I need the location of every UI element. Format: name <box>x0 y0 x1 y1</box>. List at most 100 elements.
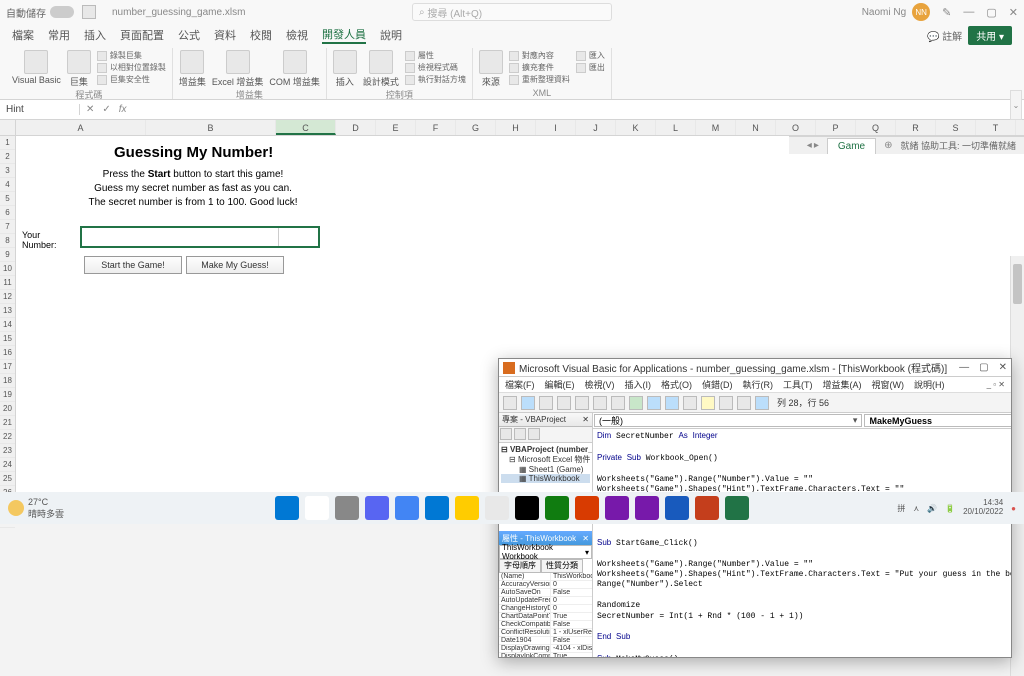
vba-project-toolbar[interactable] <box>499 427 592 443</box>
insert-control-button[interactable]: 插入 <box>333 50 357 88</box>
tab-資料[interactable]: 資料 <box>214 27 236 43</box>
sheet-nav-prev[interactable]: ◂ <box>807 140 812 151</box>
row-header-11[interactable]: 11 <box>0 276 15 290</box>
tab-頁面配置[interactable]: 頁面配置 <box>120 27 164 43</box>
vba-menu-item[interactable]: 編輯(E) <box>545 378 575 391</box>
tab-檔案[interactable]: 檔案 <box>12 27 34 43</box>
tab-公式[interactable]: 公式 <box>178 27 200 43</box>
vba-menu-item[interactable]: 檢視(V) <box>585 378 615 391</box>
system-tray[interactable]: 拼 ⋏ 🔊 🔋 14:3420/10/2022 ● <box>897 499 1016 517</box>
user-account[interactable]: Naomi Ng NN <box>862 3 930 21</box>
row-header-2[interactable]: 2 <box>0 150 15 164</box>
tab-開發人員[interactable]: 開發人員 <box>322 26 366 44</box>
row-header-10[interactable]: 10 <box>0 262 15 276</box>
com-addins-button[interactable]: COM 增益集 <box>269 50 320 88</box>
vba-minimize-button[interactable]: — <box>959 362 969 373</box>
taskbar-app-icon[interactable] <box>605 496 629 520</box>
row-header-24[interactable]: 24 <box>0 458 15 472</box>
taskbar-app-icon[interactable] <box>695 496 719 520</box>
vba-menu-item[interactable]: 執行(R) <box>743 378 774 391</box>
close-button[interactable]: ✕ <box>1009 6 1018 19</box>
vba-tb-icon[interactable] <box>611 396 625 410</box>
cancel-fx-icon[interactable]: ✕ <box>84 104 96 115</box>
excel-addins-button[interactable]: Excel 增益集 <box>212 50 264 88</box>
row-header-19[interactable]: 19 <box>0 388 15 402</box>
close-icon[interactable]: ✕ <box>582 415 589 424</box>
vba-menu-item[interactable]: 視窗(W) <box>872 378 905 391</box>
vba-close-button[interactable]: ✕ <box>999 362 1007 373</box>
col-header-A[interactable]: A <box>16 120 146 135</box>
minimize-button[interactable]: — <box>963 6 974 19</box>
vba-menu-item[interactable]: 偵錯(D) <box>702 378 733 391</box>
row-header-23[interactable]: 23 <box>0 444 15 458</box>
col-header-F[interactable]: F <box>416 120 456 135</box>
vba-tb-icon[interactable] <box>539 396 553 410</box>
vba-props-tabs[interactable]: 字母順序 性質分類 <box>499 559 592 573</box>
col-header-P[interactable]: P <box>816 120 856 135</box>
vba-menu-item[interactable]: 檔案(F) <box>505 378 535 391</box>
enter-fx-icon[interactable]: ✓ <box>100 104 112 115</box>
taskbar-app-icon[interactable] <box>725 496 749 520</box>
vba-code-editor[interactable]: Dim SecretNumber As Integer Private Sub … <box>593 429 1011 657</box>
col-header-D[interactable]: D <box>336 120 376 135</box>
share-button[interactable]: 共用 ▾ <box>968 26 1012 45</box>
tray-ime[interactable]: 拼 <box>897 503 905 514</box>
col-header-C[interactable]: C <box>276 120 336 135</box>
row-header-3[interactable]: 3 <box>0 164 15 178</box>
vba-run-icon[interactable] <box>629 396 643 410</box>
col-header-J[interactable]: J <box>576 120 616 135</box>
taskbar-app-icon[interactable] <box>335 496 359 520</box>
col-header-I[interactable]: I <box>536 120 576 135</box>
taskbar-app-icon[interactable] <box>425 496 449 520</box>
vba-menu-item[interactable]: 說明(H) <box>914 378 945 391</box>
add-sheet-button[interactable]: ⊕ <box>884 140 892 151</box>
col-header-O[interactable]: O <box>776 120 816 135</box>
taskbar-app-icon[interactable] <box>455 496 479 520</box>
row-header-6[interactable]: 6 <box>0 206 15 220</box>
row-header-13[interactable]: 13 <box>0 304 15 318</box>
tray-wifi-icon[interactable]: ⋏ <box>913 504 919 513</box>
vba-props-object-combo[interactable]: ThisWorkbook Workbook▾ <box>499 545 592 559</box>
vba-tb-icon[interactable] <box>701 396 715 410</box>
taskbar-app-icon[interactable] <box>665 496 689 520</box>
design-mode-button[interactable]: 設計模式 <box>363 50 399 88</box>
col-header-N[interactable]: N <box>736 120 776 135</box>
fx-icon[interactable]: fx <box>117 104 129 115</box>
taskbar-app-icon[interactable] <box>515 496 539 520</box>
row-header-7[interactable]: 7 <box>0 220 15 234</box>
xml-mini[interactable]: 對應內容 擴充套件 重新整理資料 <box>509 50 570 85</box>
row-header-18[interactable]: 18 <box>0 374 15 388</box>
row-header-12[interactable]: 12 <box>0 290 15 304</box>
row-header-21[interactable]: 21 <box>0 416 15 430</box>
taskbar-app-icon[interactable] <box>305 496 329 520</box>
taskbar-app-icon[interactable] <box>275 496 299 520</box>
vba-menu-item[interactable]: 工具(T) <box>783 378 813 391</box>
row-header-4[interactable]: 4 <box>0 178 15 192</box>
vba-procedure-combo[interactable]: MakeMyGuess▾ <box>864 414 1011 427</box>
col-header-E[interactable]: E <box>376 120 416 135</box>
macro-mini[interactable]: 錄製巨集 以相對位置錄製 巨集安全性 <box>97 50 166 85</box>
vba-tb-icon[interactable] <box>737 396 751 410</box>
maximize-button[interactable]: ▢ <box>986 6 996 19</box>
vba-toolbar[interactable]: 列 28，行 56 <box>499 393 1011 413</box>
col-header-K[interactable]: K <box>616 120 656 135</box>
tray-notification-icon[interactable]: ● <box>1011 504 1016 513</box>
tab-常用[interactable]: 常用 <box>48 27 70 43</box>
row-header-20[interactable]: 20 <box>0 402 15 416</box>
controls-mini[interactable]: 屬性 檢視程式碼 執行對話方塊 <box>405 50 466 85</box>
vba-object-combo[interactable]: (一般)▾ <box>594 414 862 427</box>
sheet-tab-game[interactable]: Game <box>827 138 876 154</box>
tray-volume-icon[interactable]: 🔊 <box>927 504 937 513</box>
close-icon[interactable]: ✕ <box>582 534 589 543</box>
macros-button[interactable]: 巨集 <box>67 50 91 88</box>
col-header-G[interactable]: G <box>456 120 496 135</box>
row-header-1[interactable]: 1 <box>0 136 15 150</box>
col-header-M[interactable]: M <box>696 120 736 135</box>
pen-icon[interactable]: ✎ <box>942 6 951 19</box>
taskbar-app-icon[interactable] <box>365 496 389 520</box>
vba-help-icon[interactable] <box>755 396 769 410</box>
tray-battery-icon[interactable]: 🔋 <box>945 504 955 513</box>
select-all-corner[interactable] <box>0 120 16 135</box>
vba-pause-icon[interactable] <box>647 396 661 410</box>
vba-maximize-button[interactable]: ▢ <box>979 362 988 373</box>
